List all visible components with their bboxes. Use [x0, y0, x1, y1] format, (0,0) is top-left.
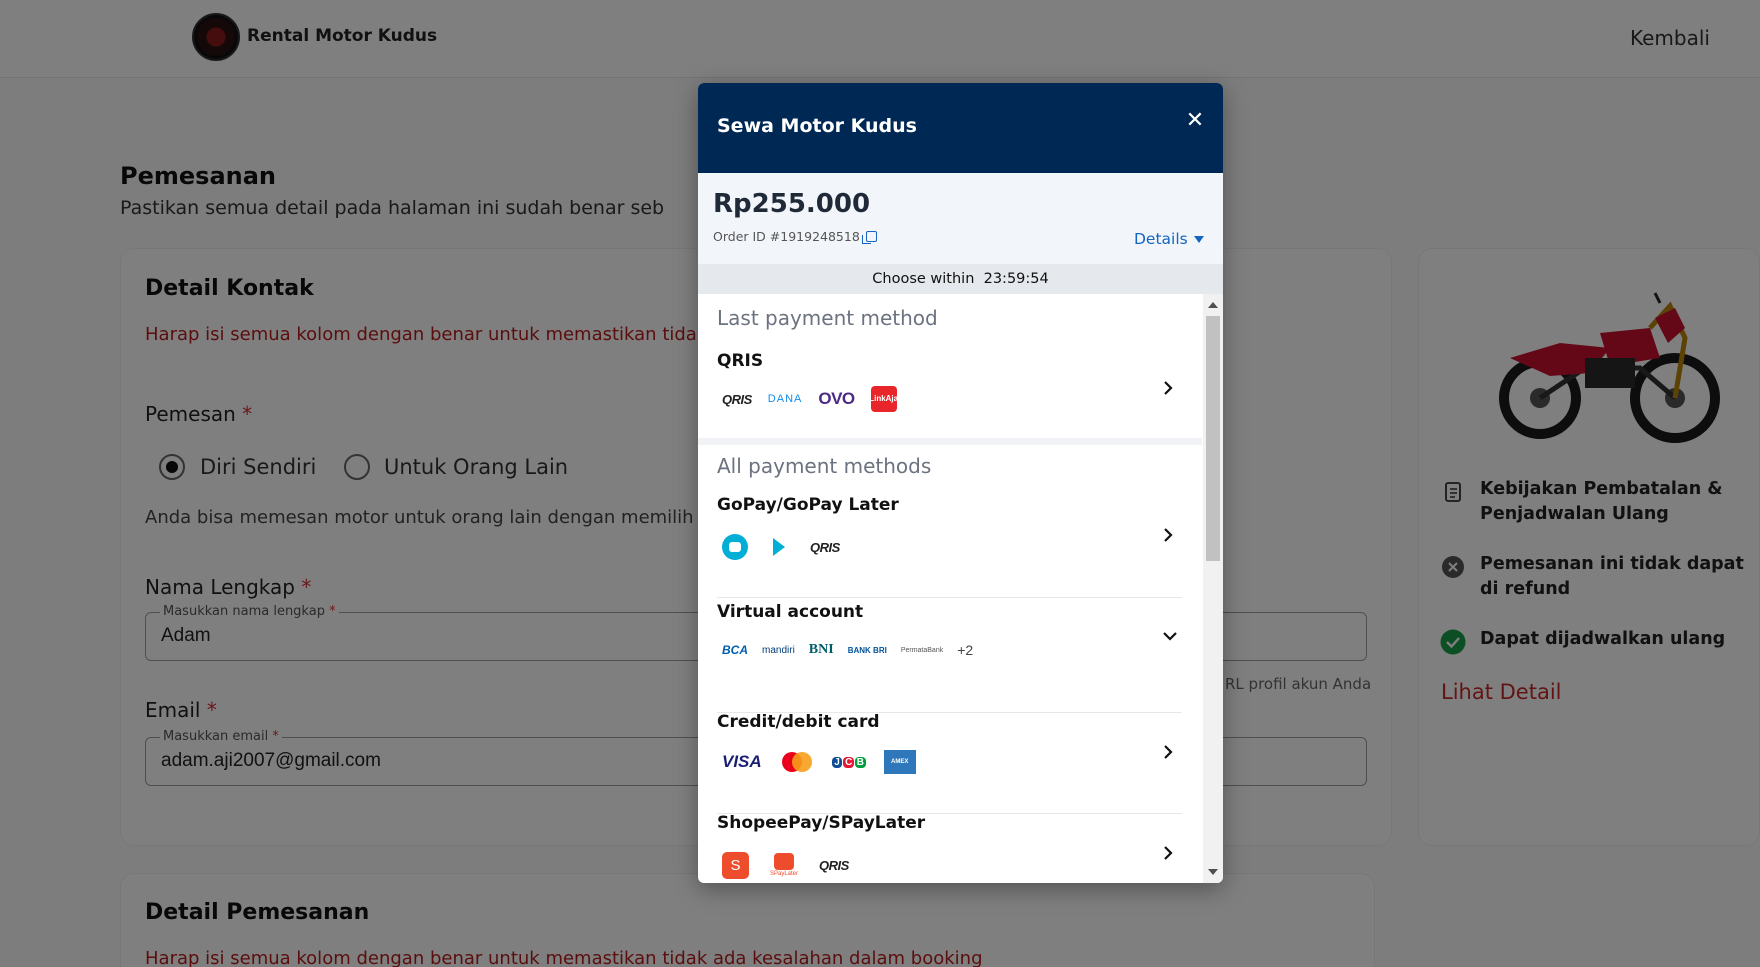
- spaylater-logo: SPayLater: [769, 851, 799, 879]
- scrollbar-thumb[interactable]: [1203, 316, 1223, 561]
- visa-logo: VISA: [722, 752, 762, 771]
- order-id: Order ID #1919248518: [713, 229, 877, 244]
- bri-logo: BANK BRI: [847, 645, 887, 655]
- all-methods-title: All payment methods: [717, 454, 932, 478]
- shopeepay-logo: S: [722, 851, 749, 879]
- method-card[interactable]: Credit/debit card VISA JCB AMEX: [698, 712, 1202, 812]
- amount-summary: Rp255.000 Order ID #1919248518 Details: [698, 173, 1223, 264]
- details-toggle[interactable]: Details: [1134, 230, 1204, 248]
- amex-logo: AMEX: [883, 750, 916, 774]
- qris-logo: QRIS: [810, 539, 840, 555]
- scroll-down-arrow[interactable]: [1208, 869, 1218, 875]
- section-separator: [698, 438, 1202, 445]
- qris-logo: QRIS: [819, 857, 849, 873]
- close-icon[interactable]: ✕: [1180, 105, 1210, 135]
- mastercard-logo: [781, 752, 812, 772]
- method-shopeepay[interactable]: ShopeePay/SPayLater S SPayLater QRIS: [698, 813, 1202, 883]
- method-card-label: Credit/debit card: [717, 712, 880, 732]
- gopay-later-logo: [773, 538, 785, 556]
- linkaja-logo: LinkAja: [869, 386, 898, 412]
- bca-logo: BCA: [722, 643, 748, 657]
- qris-logo: QRIS: [722, 391, 752, 407]
- ovo-logo: OVO: [818, 389, 855, 408]
- method-card-logos: VISA JCB AMEX: [722, 750, 916, 774]
- chevron-down-icon: [1163, 632, 1177, 641]
- payment-methods-list[interactable]: Last payment method QRIS QRIS DANA OVO L…: [698, 294, 1223, 883]
- chevron-right-icon: [1164, 745, 1173, 759]
- payment-amount: Rp255.000: [713, 189, 871, 219]
- mandiri-logo: mandiri: [762, 644, 795, 656]
- payment-timer: Choose within 23:59:54: [698, 264, 1223, 294]
- row-divider: [717, 597, 1182, 598]
- method-shopee-label: ShopeePay/SPayLater: [717, 813, 926, 833]
- permata-logo: PermataBank: [900, 646, 944, 654]
- scroll-up-arrow[interactable]: [1208, 302, 1218, 308]
- chevron-right-icon: [1164, 846, 1173, 860]
- method-virtual-account[interactable]: Virtual account BCA mandiri BNI BANK BRI…: [698, 602, 1202, 712]
- method-qris[interactable]: QRIS QRIS DANA OVO LinkAja: [698, 346, 1202, 431]
- caret-down-icon: [1193, 236, 1204, 243]
- modal-title: Sewa Motor Kudus: [717, 115, 917, 137]
- dana-logo: DANA: [767, 393, 803, 405]
- copy-icon[interactable]: [861, 231, 877, 244]
- modal-header: Sewa Motor Kudus ✕: [698, 83, 1223, 173]
- method-gopay-label: GoPay/GoPay Later: [717, 495, 899, 515]
- method-va-label: Virtual account: [717, 602, 864, 622]
- chevron-right-icon: [1164, 528, 1173, 542]
- method-qris-logos: QRIS DANA OVO LinkAja: [722, 386, 898, 412]
- method-va-logos: BCA mandiri BNI BANK BRI PermataBank +2: [722, 642, 973, 658]
- last-method-title: Last payment method: [717, 306, 938, 330]
- bni-logo: BNI: [808, 642, 834, 657]
- jcb-logo: JCB: [831, 750, 866, 774]
- method-shopee-logos: S SPayLater QRIS: [722, 851, 849, 879]
- method-qris-label: QRIS: [717, 351, 764, 371]
- chevron-right-icon: [1164, 381, 1173, 395]
- more-banks-count: +2: [957, 642, 974, 658]
- method-gopay[interactable]: GoPay/GoPay Later QRIS: [698, 494, 1202, 594]
- payment-modal: Sewa Motor Kudus ✕ Rp255.000 Order ID #1…: [698, 83, 1223, 883]
- gopay-logo: [722, 534, 748, 560]
- method-gopay-logos: QRIS: [722, 534, 840, 560]
